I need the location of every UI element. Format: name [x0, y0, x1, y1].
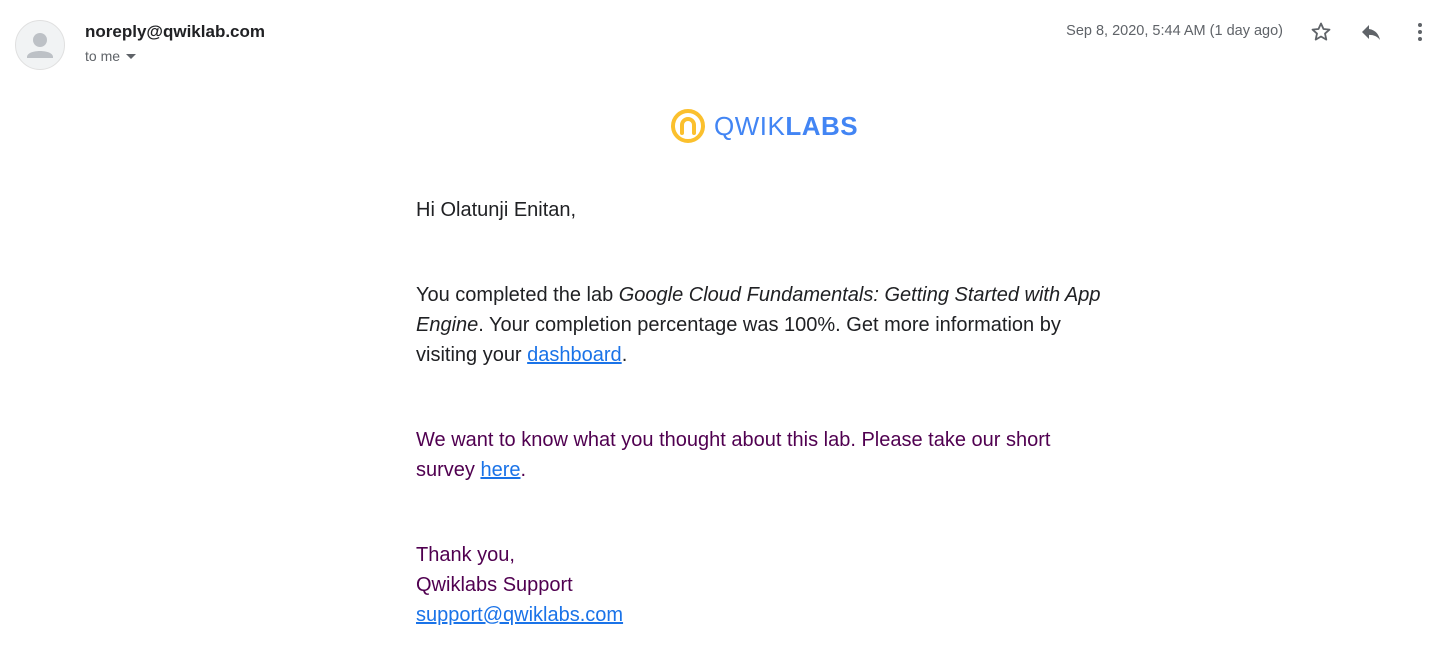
star-button[interactable]: [1306, 17, 1336, 47]
greeting: Hi Olatunji Enitan,: [416, 199, 577, 221]
star-icon: [1311, 22, 1331, 41]
dashboard-link[interactable]: dashboard: [527, 344, 622, 366]
completion-paragraph: You completed the lab Google Cloud Funda…: [416, 284, 1101, 366]
qwiklabs-ring-icon: [671, 109, 705, 143]
thanks-line: Thank you,: [416, 544, 515, 566]
logo-wordmark: QWIKLABS: [714, 111, 859, 141]
signature-block: Thank you, Qwiklabs Support support@qwik…: [416, 540, 1106, 630]
recipient-dropdown[interactable]: to me: [85, 48, 137, 64]
email-message: noreply@qwiklab.com to me Sep 8, 2020, 5…: [0, 0, 1442, 655]
reply-button[interactable]: [1356, 17, 1386, 47]
message-date: Sep 8, 2020, 5:44 AM (1 day ago): [1066, 23, 1283, 39]
reply-icon: [1362, 25, 1380, 40]
signature-name: Qwiklabs Support: [416, 574, 573, 596]
support-email-link[interactable]: support@qwiklabs.com: [416, 604, 623, 626]
survey-paragraph: We want to know what you thought about t…: [416, 429, 1051, 481]
qwiklabs-logo: QWIKLABS: [670, 108, 858, 144]
recipient-label: to me: [85, 48, 121, 64]
more-options-button[interactable]: [1405, 17, 1435, 47]
survey-link[interactable]: here: [480, 459, 520, 481]
more-vert-icon: [1418, 23, 1422, 41]
sender-avatar[interactable]: [15, 20, 65, 70]
sender-email[interactable]: noreply@qwiklab.com: [85, 22, 265, 42]
chevron-down-icon: [126, 53, 137, 59]
person-icon: [27, 33, 53, 58]
